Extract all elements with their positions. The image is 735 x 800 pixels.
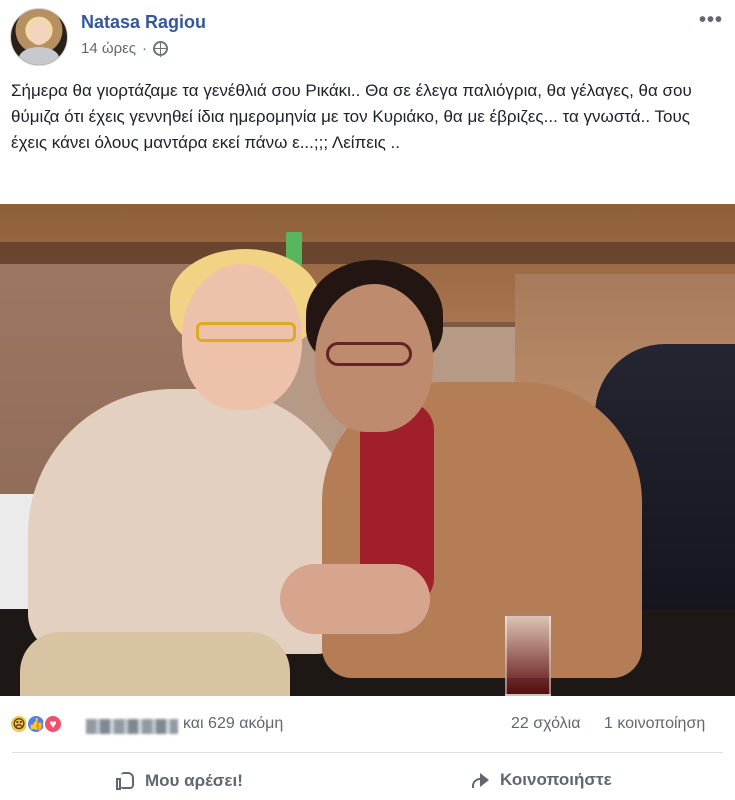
share-icon bbox=[469, 771, 491, 790]
reaction-summary-bar: ☹ 👍 ♥ και 629 ακόμη 22 σχόλια 1 κοινοποί… bbox=[0, 696, 735, 756]
share-label: Κοινοποιήστε bbox=[500, 770, 612, 789]
reaction-icons[interactable]: ☹ 👍 ♥ bbox=[9, 714, 79, 736]
author-avatar[interactable] bbox=[10, 8, 68, 66]
author-name[interactable]: Natasa Ragiou bbox=[81, 12, 206, 33]
like-label: Μου αρέσει! bbox=[145, 770, 243, 790]
like-button[interactable]: Μου αρέσει! bbox=[115, 770, 243, 791]
globe-icon[interactable] bbox=[153, 41, 169, 57]
post-text: Σήμερα θα γιορτάζαμε τα γενέθλιά σου Ρικ… bbox=[11, 81, 692, 152]
post-meta: 14 ώρες · bbox=[81, 40, 169, 57]
share-button[interactable]: Κοινοποιήστε bbox=[469, 770, 612, 790]
blurred-reactor-names[interactable] bbox=[86, 719, 178, 734]
shares-link[interactable]: 1 κοινοποίηση bbox=[604, 715, 705, 733]
avatar-face bbox=[29, 21, 49, 45]
comments-link[interactable]: 22 σχόλια bbox=[511, 715, 580, 733]
photo-handbag bbox=[20, 632, 290, 696]
reaction-count[interactable]: και 629 ακόμη bbox=[183, 715, 283, 733]
photo-hands bbox=[280, 564, 430, 634]
photo-red-glass bbox=[505, 614, 551, 696]
meta-separator: · bbox=[142, 40, 148, 57]
post-actions: Μου αρέσει! Κοινοποιήστε bbox=[0, 756, 735, 800]
post-photo[interactable] bbox=[0, 204, 735, 696]
thumbs-up-icon bbox=[115, 770, 136, 791]
love-icon: ♥ bbox=[43, 714, 63, 734]
post-time[interactable]: 14 ώρες bbox=[81, 40, 136, 57]
photo-woman-left-glasses bbox=[196, 322, 296, 342]
photo-woman-right-glasses bbox=[326, 342, 412, 366]
action-divider bbox=[12, 752, 723, 753]
post-header: Natasa Ragiou 14 ώρες · ••• bbox=[0, 0, 735, 66]
more-options-icon[interactable]: ••• bbox=[699, 9, 723, 32]
avatar-shoulders bbox=[19, 47, 59, 65]
